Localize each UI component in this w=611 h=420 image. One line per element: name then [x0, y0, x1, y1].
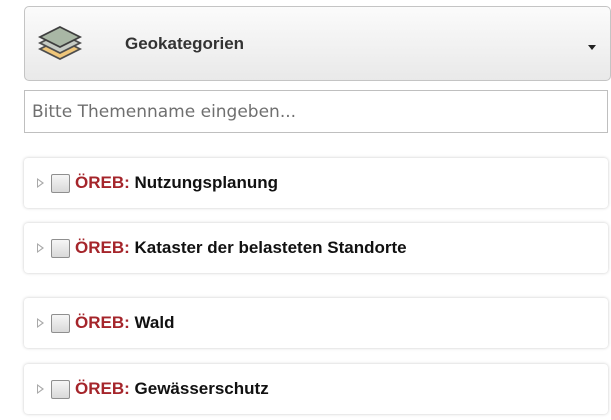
expand-arrow-icon[interactable]: [37, 318, 44, 328]
topic-name: Gewässerschutz: [134, 379, 269, 398]
expand-arrow-icon[interactable]: [37, 243, 44, 253]
topic-checkbox[interactable]: [51, 173, 70, 193]
dropdown-label: Geokategorien: [125, 33, 245, 53]
topic-checkbox[interactable]: [51, 238, 70, 258]
topic-name: Nutzungsplanung: [134, 173, 279, 192]
topic-label[interactable]: ÖREB: Wald: [75, 313, 175, 333]
topic-prefix: ÖREB:: [75, 313, 130, 332]
topic-checkbox[interactable]: [51, 313, 70, 333]
topic-label[interactable]: ÖREB: Gewässerschutz: [75, 379, 269, 399]
topic-name: Wald: [134, 313, 175, 332]
layers-icon: [37, 25, 83, 60]
topic-prefix: ÖREB:: [75, 173, 130, 192]
topic-label[interactable]: ÖREB: Kataster der belasteten Standorte: [75, 238, 407, 258]
topic-row-gewaesserschutz: ÖREB: Gewässerschutz: [24, 364, 608, 414]
topic-prefix: ÖREB:: [75, 379, 130, 398]
geocategory-dropdown[interactable]: Geokategorien: [24, 6, 611, 81]
topic-name: Kataster der belasteten Standorte: [134, 238, 407, 257]
chevron-down-icon: [588, 45, 596, 50]
topic-row-nutzungsplanung: ÖREB: Nutzungsplanung: [24, 158, 608, 208]
topic-checkbox[interactable]: [51, 379, 70, 399]
topic-label[interactable]: ÖREB: Nutzungsplanung: [75, 173, 278, 193]
topic-prefix: ÖREB:: [75, 238, 130, 257]
topic-row-kataster: ÖREB: Kataster der belasteten Standorte: [24, 223, 608, 273]
topic-search-input[interactable]: [24, 90, 608, 133]
topic-row-wald: ÖREB: Wald: [24, 298, 608, 348]
expand-arrow-icon[interactable]: [37, 178, 44, 188]
expand-arrow-icon[interactable]: [37, 384, 44, 394]
